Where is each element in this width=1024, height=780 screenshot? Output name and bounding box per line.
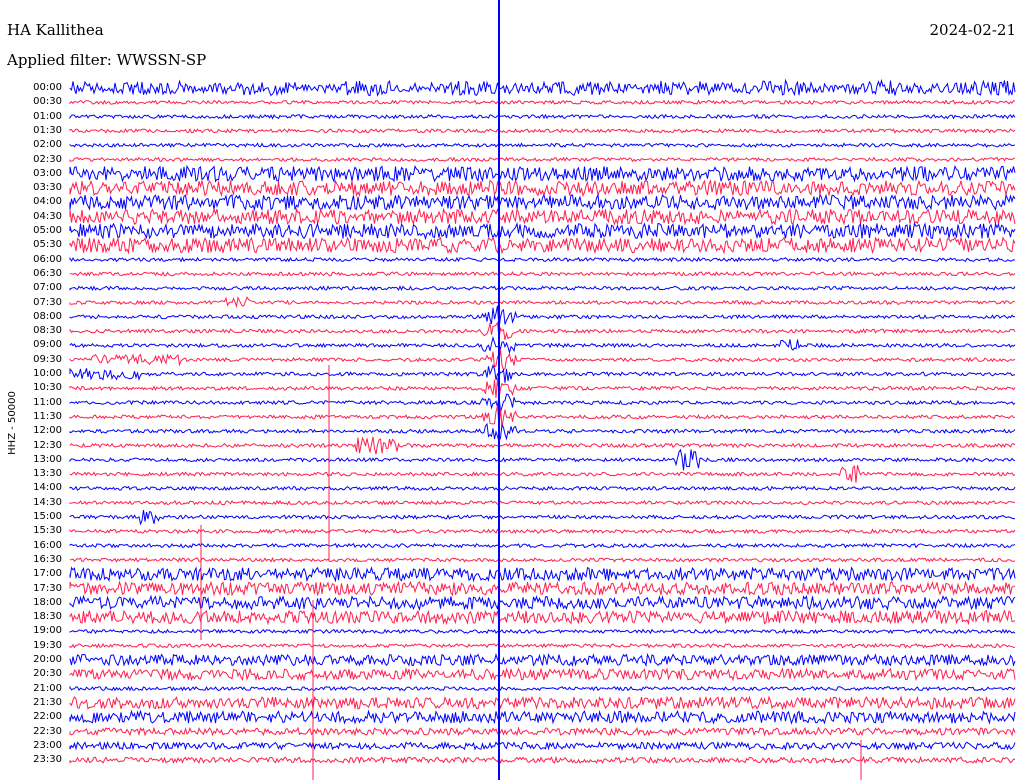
seismogram-trace bbox=[69, 393, 1016, 413]
seismogram-trace bbox=[69, 448, 1016, 471]
seismogram-trace bbox=[69, 142, 1016, 149]
seismogram-trace bbox=[69, 499, 1016, 506]
seismogram-trace bbox=[69, 321, 1016, 341]
seismogram-trace bbox=[69, 685, 1016, 692]
seismogram-trace bbox=[69, 256, 1016, 263]
seismogram-trace bbox=[69, 127, 1016, 134]
seismogram-trace bbox=[69, 271, 1016, 277]
seismogram-trace bbox=[69, 78, 1016, 97]
seismogram-trace bbox=[69, 667, 1016, 682]
seismogram-trace bbox=[69, 363, 1016, 383]
seismogram-trace bbox=[69, 156, 1016, 163]
seismogram-trace bbox=[69, 285, 1016, 292]
seismogram-trace bbox=[69, 335, 1016, 355]
helicorder-plot bbox=[69, 0, 1016, 780]
seismogram-trace bbox=[69, 179, 1016, 198]
seismogram-trace bbox=[69, 755, 1016, 765]
seismogram-trace bbox=[69, 695, 1016, 711]
seismogram-trace bbox=[69, 709, 1016, 725]
seismogram-trace bbox=[69, 164, 1016, 184]
seismogram-trace bbox=[69, 422, 1016, 444]
seismogram-trace bbox=[69, 510, 1015, 526]
seismogram-trace bbox=[69, 628, 1016, 635]
seismogram-trace bbox=[69, 740, 1016, 751]
seismogram-trace bbox=[69, 193, 1016, 212]
seismogram-trace bbox=[69, 113, 1016, 120]
seismogram-trace bbox=[69, 236, 1016, 255]
seismogram-trace bbox=[69, 642, 1016, 649]
seismogram-trace bbox=[69, 207, 1016, 226]
seismogram-trace bbox=[69, 99, 1016, 105]
seismogram-trace bbox=[69, 542, 1016, 549]
seismogram-trace bbox=[69, 349, 1016, 371]
seismogram-trace bbox=[69, 221, 1016, 241]
seismogram-trace bbox=[69, 485, 1016, 492]
seismogram-trace bbox=[69, 465, 1016, 483]
seismogram-trace bbox=[69, 436, 1016, 455]
helicorder-screen: HA Kallithea 2024-02-21 Applied filter: … bbox=[0, 0, 1024, 780]
seismogram-trace bbox=[69, 556, 1016, 563]
seismogram-trace bbox=[69, 377, 1016, 399]
seismogram-trace bbox=[69, 726, 1016, 737]
seismogram-trace bbox=[69, 566, 1016, 583]
seismogram-trace bbox=[69, 652, 1016, 668]
seismogram-trace bbox=[69, 528, 1016, 535]
seismogram-trace bbox=[69, 295, 1016, 309]
seismogram-trace bbox=[69, 305, 1016, 329]
seismogram-trace bbox=[69, 594, 1016, 611]
seismogram-trace bbox=[69, 405, 1016, 428]
seismogram-trace bbox=[69, 580, 1016, 597]
seismogram-trace bbox=[69, 609, 1016, 626]
